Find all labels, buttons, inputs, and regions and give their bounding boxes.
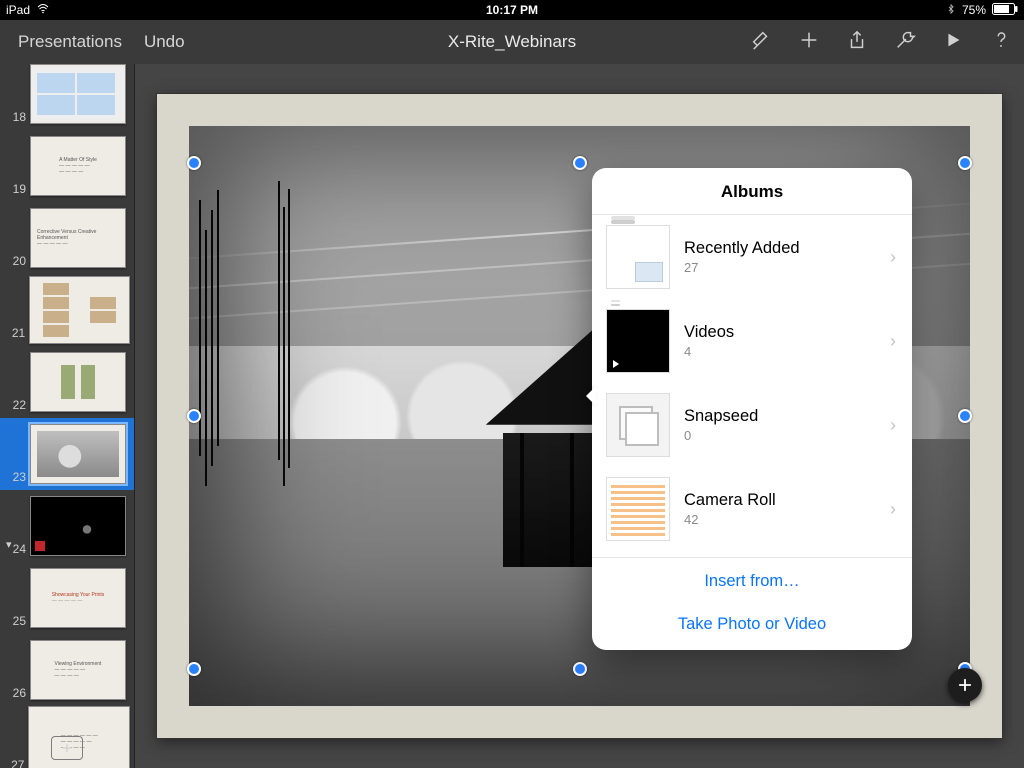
- document-title: X-Rite_Webinars: [448, 32, 576, 52]
- album-name: Snapseed: [684, 407, 876, 427]
- slide-thumb-25[interactable]: 25 Showcasing Your Prints— — — — —: [0, 562, 134, 634]
- slide-thumb-20[interactable]: 20 Corrective Versus Creative Enhancemen…: [0, 202, 134, 274]
- selection-handle[interactable]: [187, 156, 201, 170]
- image-replace-fab[interactable]: [948, 668, 982, 702]
- selection-handle[interactable]: [187, 409, 201, 423]
- selection-handle[interactable]: [573, 662, 587, 676]
- ios-status-bar: iPad 10:17 PM 75%: [0, 0, 1024, 20]
- help-icon[interactable]: [990, 29, 1012, 56]
- album-count: 27: [684, 260, 876, 275]
- wifi-icon: [36, 3, 50, 18]
- presentations-button[interactable]: Presentations: [18, 32, 122, 52]
- album-thumb-icon: [606, 477, 670, 541]
- album-count: 0: [684, 428, 876, 443]
- tools-wrench-icon[interactable]: [894, 29, 916, 56]
- album-count: 42: [684, 512, 876, 527]
- slide-thumb-26[interactable]: 26 Viewing Environment— — — — —— — — —: [0, 634, 134, 706]
- slide-thumb-24[interactable]: 24: [0, 490, 134, 562]
- album-thumb-icon: [606, 393, 670, 457]
- section-collapse-caret[interactable]: ▾: [6, 538, 12, 551]
- share-icon[interactable]: [846, 29, 868, 56]
- battery-icon: [992, 3, 1018, 18]
- popover-title: Albums: [592, 168, 912, 215]
- slide-thumb-19[interactable]: 19 A Matter Of Style— — — — —— — — —: [0, 130, 134, 202]
- album-name: Recently Added: [684, 239, 876, 259]
- chevron-right-icon: ›: [890, 499, 898, 520]
- selection-handle[interactable]: [958, 156, 972, 170]
- play-icon[interactable]: [942, 29, 964, 56]
- selection-handle[interactable]: [958, 409, 972, 423]
- album-name: Videos: [684, 323, 876, 343]
- selection-handle[interactable]: [573, 156, 587, 170]
- slide-thumb-22[interactable]: 22: [0, 346, 134, 418]
- insert-from-button[interactable]: Insert from…: [592, 558, 912, 605]
- album-count: 4: [684, 344, 876, 359]
- add-slide-button[interactable]: [51, 736, 83, 760]
- slide-navigator[interactable]: 18 19 A Matter Of Style— — — — —— — — — …: [0, 64, 135, 768]
- albums-popover: Albums Recently Added 27 › Videos 4 ›: [592, 168, 912, 650]
- slide-canvas[interactable]: Albums Recently Added 27 › Videos 4 ›: [135, 64, 1024, 768]
- bluetooth-icon: [946, 2, 956, 19]
- chevron-right-icon: ›: [890, 247, 898, 268]
- format-brush-icon[interactable]: [750, 29, 772, 56]
- clock: 10:17 PM: [486, 3, 538, 17]
- selection-handle[interactable]: [187, 662, 201, 676]
- undo-button[interactable]: Undo: [144, 32, 185, 52]
- slide-thumb-18[interactable]: 18: [0, 64, 134, 130]
- album-recently-added[interactable]: Recently Added 27 ›: [592, 215, 912, 299]
- slide-thumb-23[interactable]: 23: [0, 418, 134, 490]
- album-snapseed[interactable]: Snapseed 0 ›: [592, 383, 912, 467]
- chevron-right-icon: ›: [890, 415, 898, 436]
- take-photo-button[interactable]: Take Photo or Video: [592, 605, 912, 650]
- add-icon[interactable]: [798, 29, 820, 56]
- device-label: iPad: [6, 3, 30, 17]
- battery-percent: 75%: [962, 3, 986, 17]
- chevron-right-icon: ›: [890, 331, 898, 352]
- album-thumb-icon: [606, 225, 670, 289]
- app-toolbar: Presentations Undo X-Rite_Webinars: [0, 20, 1024, 65]
- slide-thumb-21[interactable]: 21: [0, 274, 134, 346]
- album-camera-roll[interactable]: Camera Roll 42 ›: [592, 467, 912, 551]
- album-thumb-icon: [606, 309, 670, 373]
- album-videos[interactable]: Videos 4 ›: [592, 299, 912, 383]
- album-name: Camera Roll: [684, 491, 876, 511]
